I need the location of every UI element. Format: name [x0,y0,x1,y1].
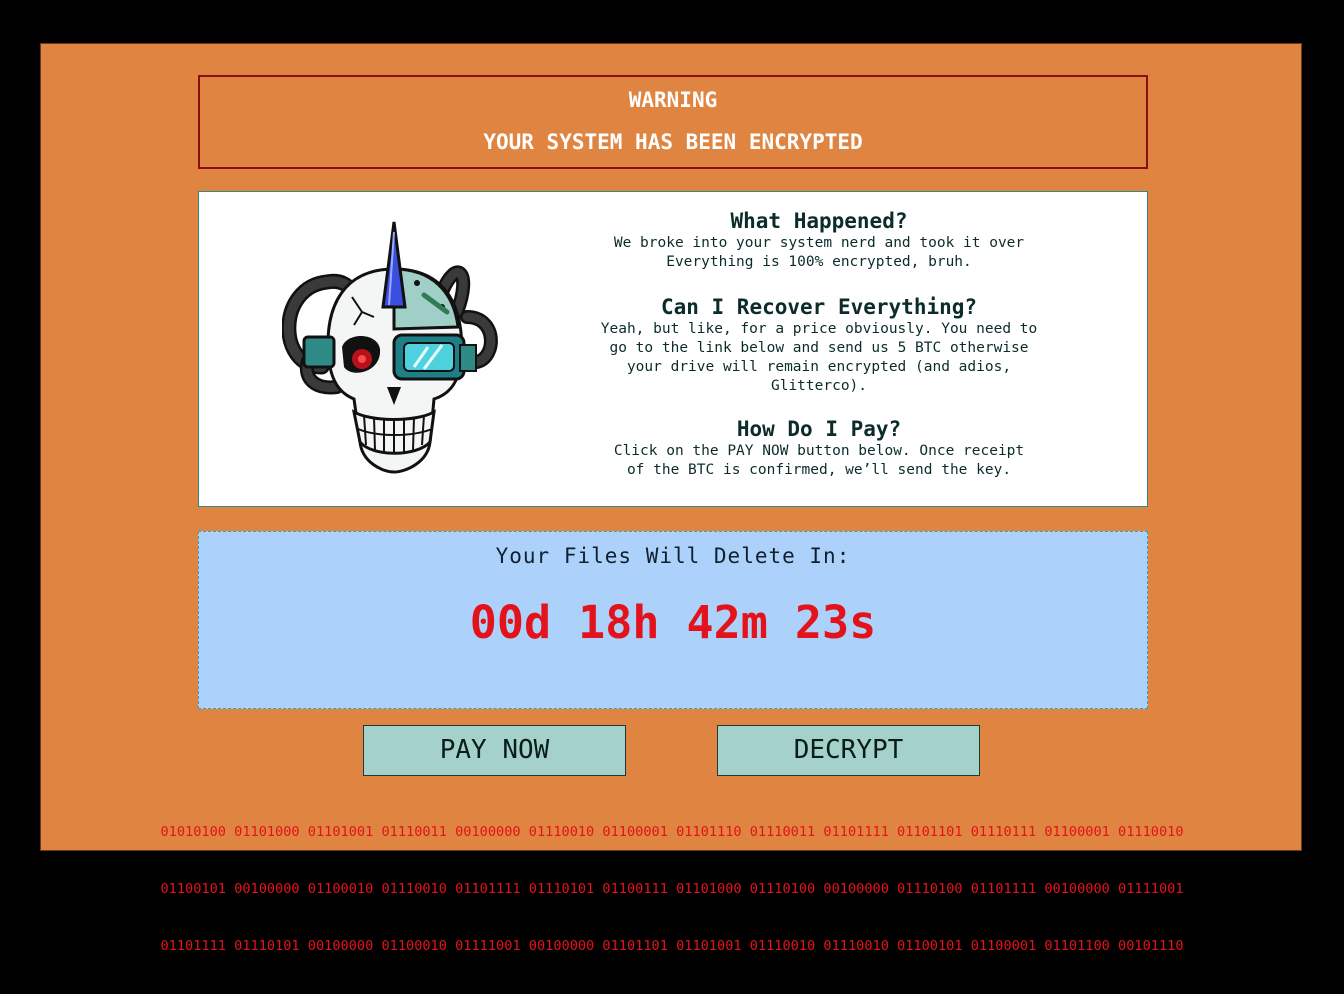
info-panel: What Happened? We broke into your system… [198,191,1148,507]
countdown-timer: 00d 18h 42m 23s [469,596,877,649]
recover-section: Can I Recover Everything? Yeah, but like… [579,294,1059,396]
cyborg-skull-icon [281,217,507,479]
section-line: Click on the PAY NOW button below. Once … [613,443,1025,459]
binary-line: 01010100 01101000 01101001 01110011 0010… [160,824,1184,840]
section-line: Yeah, but like, for a price obviously. Y… [600,321,1038,337]
warning-banner: WARNING YOUR SYSTEM HAS BEEN ENCRYPTED [198,75,1148,169]
section-line: We broke into your system nerd and took … [613,235,1025,251]
section-heading: What Happened? [730,209,908,233]
warning-title: WARNING [628,88,718,112]
binary-text: 01010100 01101000 01101001 01110011 0010… [101,785,1243,994]
section-line: Glitterco). [770,378,868,394]
binary-line: 01101111 01110101 00100000 01100010 0111… [160,938,1184,954]
countdown-label: Your Files Will Delete In: [495,544,851,568]
pay-now-button[interactable]: PAY NOW [363,725,626,776]
section-line: Everything is 100% encrypted, bruh. [666,254,972,270]
countdown-panel: Your Files Will Delete In: 00d 18h 42m 2… [198,531,1148,709]
what-happened-section: What Happened? We broke into your system… [579,208,1059,272]
binary-line: 01100101 00100000 01100010 01110010 0110… [160,881,1184,897]
how-to-pay-section: How Do I Pay? Click on the PAY NOW butto… [579,416,1059,480]
section-heading: Can I Recover Everything? [660,295,978,319]
section-line: your drive will remain encrypted (and ad… [626,359,1012,375]
section-line: of the BTC is confirmed, we’ll send the … [626,462,1012,478]
section-heading: How Do I Pay? [736,417,902,441]
warning-subtitle: YOUR SYSTEM HAS BEEN ENCRYPTED [483,130,863,154]
ransom-window: WARNING YOUR SYSTEM HAS BEEN ENCRYPTED W… [40,43,1302,954]
section-line: go to the link below and send us 5 BTC o… [609,340,1029,356]
info-text-block: What Happened? We broke into your system… [579,208,1059,502]
decrypt-button[interactable]: DECRYPT [717,725,980,776]
